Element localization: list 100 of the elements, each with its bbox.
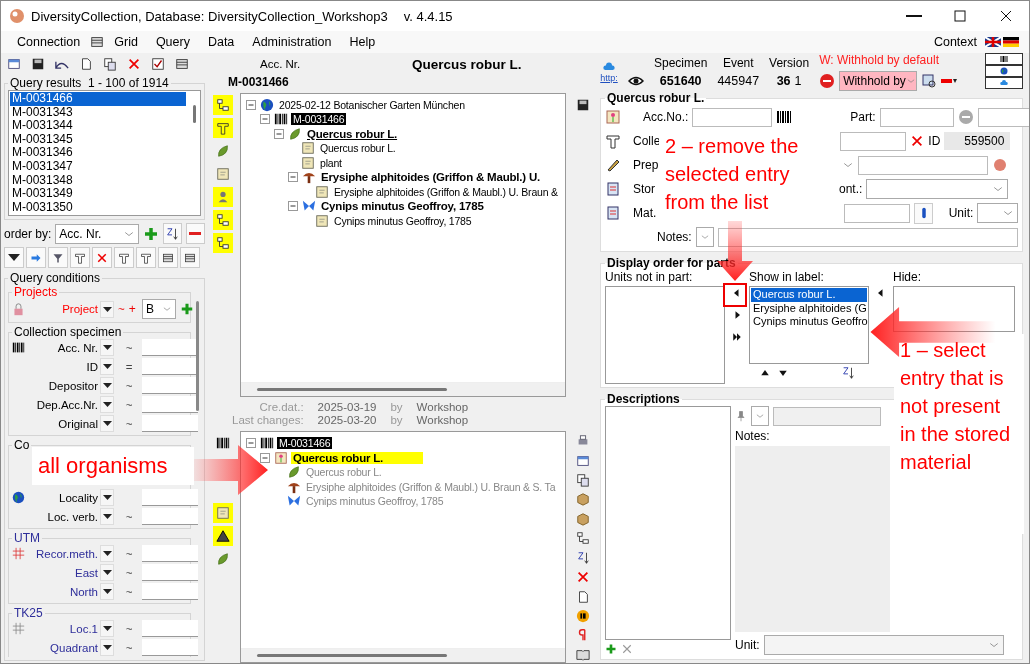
list-item[interactable]: M-0031343 (10, 105, 186, 120)
list-item[interactable]: M-0031349 (10, 187, 186, 201)
condition-label: Depositor (47, 379, 98, 392)
condition-label: Locality (58, 491, 98, 504)
callout-text: all organisms (32, 447, 194, 485)
tree-node[interactable]: Cynips minutus Geoffroy, 1785 (332, 214, 474, 227)
meta-user: Workshop (416, 401, 469, 414)
version-text: v. 4.4.15 (403, 8, 453, 24)
id-value: 559500 (944, 132, 1011, 150)
tree-node[interactable]: Erysiphe alphitoides (Griffon & Maubl.) U. Braun & (332, 185, 560, 198)
warning-text: W: Withhold by default (819, 53, 939, 67)
order-by-label: order by: (4, 226, 52, 241)
tree-node[interactable]: Erysiphe alphitoides (Griffon & Maubl.) U. Braun & S. Ta (304, 480, 558, 493)
condition-label: Recor.meth. (35, 547, 98, 560)
acc-nr-label: Acc. Nr. (259, 58, 302, 70)
group-title: Projects (13, 285, 59, 299)
meta-date: 2025-03-20 (317, 414, 377, 427)
operator-text: ~ (124, 585, 134, 598)
menu-item[interactable]: Context (927, 33, 983, 51)
tree-node[interactable]: Quercus robur L. (304, 466, 384, 479)
field-label: Notes: (735, 429, 770, 443)
list-item[interactable]: M-0031347 (10, 159, 186, 174)
field-label: Mat. (633, 206, 657, 220)
group-title: Display order for parts (606, 256, 737, 270)
list-item[interactable]: M-0031466 (10, 92, 186, 106)
field-label: ont.: (839, 182, 863, 196)
group-title: Co (13, 438, 31, 452)
operator-text: ~ (118, 303, 125, 315)
field-label: ID (928, 134, 941, 148)
meta-date: 2025-03-19 (317, 401, 377, 414)
operator-text: ~ (124, 641, 134, 654)
tree-node[interactable]: Quercus robur L. (318, 142, 398, 155)
tree-node[interactable]: M-0031466 (291, 113, 347, 126)
list-item[interactable]: M-0031348 (10, 173, 186, 188)
project-combo[interactable]: B (142, 299, 176, 319)
operator-text: ~ (124, 341, 134, 354)
record-title: Quercus robur L. (412, 56, 522, 72)
menu-item[interactable]: Data (199, 33, 243, 51)
withhold-combo[interactable]: Withhold by (839, 71, 918, 91)
menu-item[interactable]: Help (341, 33, 384, 51)
condition-label: Loc.1 (68, 622, 98, 635)
menu-item[interactable]: Query (147, 33, 198, 51)
group-title: Quercus robur L. (606, 91, 706, 105)
tree-node[interactable]: plant (318, 156, 344, 169)
condition-label: Loc. verb. (46, 510, 98, 523)
column-label: Event (722, 56, 754, 70)
field-label: Colle (633, 134, 661, 148)
list-item[interactable]: M-0031345 (10, 132, 186, 147)
field-label: Acc.No.: (643, 110, 689, 124)
link[interactable]: http: (600, 73, 618, 83)
condition-label: Original (57, 417, 98, 430)
group-title: Query conditions (9, 271, 102, 285)
group-title: Collection specimen (13, 325, 123, 339)
field-label: Prep (633, 158, 659, 172)
condition-label: ID (85, 360, 98, 373)
field-label: Unit: (948, 206, 974, 220)
list-item[interactable]: M-0031350 (10, 200, 186, 215)
condition-label: East (74, 566, 98, 579)
operator-text: ~ (124, 379, 134, 392)
condition-label: Dep.Acc.Nr. (35, 398, 98, 411)
list-label: Units not in part: (605, 270, 694, 284)
operator-text: + (128, 302, 136, 316)
group-title: Query results 1 - 100 of 1914 (9, 76, 170, 90)
tree-node[interactable]: M-0031466 (277, 437, 333, 450)
operator-text: = (124, 360, 134, 373)
column-label: Specimen (654, 56, 708, 70)
tree-node[interactable]: Quercus robur L. (291, 451, 424, 464)
operator-text: ~ (124, 547, 134, 560)
condition-label: Acc. Nr. (56, 341, 98, 354)
tree-node[interactable]: 2025-02-12 Botanischer Garten München (277, 98, 467, 111)
list-label: Show in label: (749, 270, 825, 284)
group-title: TK25 (13, 606, 44, 620)
operator-text: ~ (124, 510, 134, 523)
meta-label: by (390, 414, 403, 427)
list-item[interactable]: Cynips minutus Geoffro (751, 315, 867, 329)
field-label: Unit: (735, 638, 760, 652)
column-value: 445947 (717, 74, 760, 88)
field-label: Notes: (657, 230, 692, 244)
operator-text: ~ (124, 622, 134, 635)
group-title: UTM (13, 531, 41, 545)
condition-label: Project (61, 303, 98, 315)
tree-node[interactable]: Cynips minutus Geoffroy, 1785 (319, 200, 486, 213)
menu-item[interactable]: Grid (106, 33, 146, 51)
column-value: 1 (794, 74, 802, 88)
column-value: 36 (776, 74, 791, 88)
meta-label: Last changes: (232, 414, 304, 427)
list-item[interactable]: M-0031344 (10, 119, 186, 133)
list-item[interactable]: M-0031346 (10, 146, 186, 160)
group-title: Descriptions (606, 392, 681, 406)
menu-item[interactable]: Administration (244, 33, 340, 51)
column-value: 651640 (659, 74, 702, 88)
list-item[interactable]: Erysiphe alphitoides (G (751, 301, 867, 315)
tree-node[interactable]: Quercus robur L. (305, 127, 418, 140)
order-by-combo[interactable]: Acc. Nr. (55, 223, 139, 244)
list-item[interactable]: Quercus robur L. (751, 288, 867, 302)
meta-user: Workshop (416, 414, 469, 427)
tree-node[interactable]: Erysiphe alphitoides (Griffon & Maubl.) U. (319, 171, 543, 184)
acc-nr-value: M-0031466 (228, 75, 290, 89)
tree-node[interactable]: Cynips minutus Geoffroy, 1785 (304, 495, 446, 508)
menu-item[interactable]: Connection (9, 33, 89, 51)
